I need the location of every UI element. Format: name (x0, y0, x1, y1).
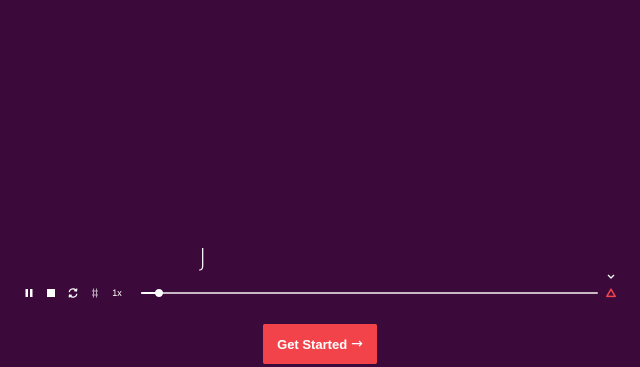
animation-stage: J 1x Get Started → (0, 0, 640, 367)
stop-icon (47, 289, 55, 297)
playback-speed-button[interactable]: 1x (110, 287, 124, 299)
pause-icon (25, 289, 33, 297)
progress-slider[interactable] (141, 289, 598, 297)
arrow-right-icon: → (351, 336, 363, 352)
get-started-button[interactable]: Get Started → (263, 324, 377, 364)
frames-button[interactable] (91, 287, 99, 299)
collapse-toggle[interactable] (605, 268, 617, 279)
loop-icon (68, 288, 78, 298)
player-controls: 1x (0, 282, 640, 304)
get-started-label: Get Started (277, 336, 348, 352)
progress-handle[interactable] (155, 289, 164, 297)
stop-button[interactable] (46, 287, 56, 299)
pause-button[interactable] (24, 287, 34, 299)
animated-letter: J (199, 243, 207, 272)
chevron-down-icon (607, 274, 615, 279)
frames-icon (92, 288, 98, 298)
loop-button[interactable] (67, 287, 79, 299)
lottie-logo-button[interactable] (605, 287, 617, 299)
lottie-logo-icon (606, 288, 616, 298)
